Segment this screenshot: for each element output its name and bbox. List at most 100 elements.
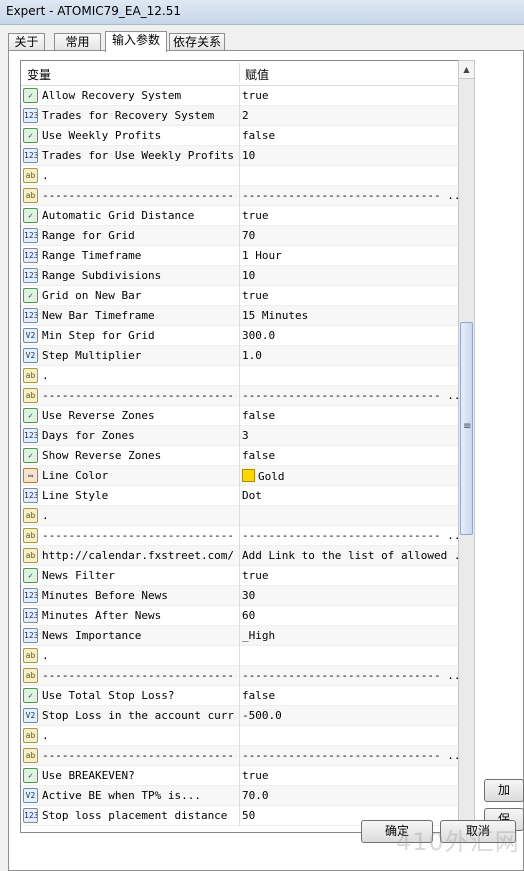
parameter-value[interactable]: 3	[242, 429, 458, 442]
table-row[interactable]: ab.	[21, 366, 461, 386]
parameter-value[interactable]: ------------------------------ ...	[242, 669, 458, 682]
parameter-name[interactable]: Minutes Before News	[42, 589, 236, 602]
parameter-name[interactable]: New Bar Timeframe	[42, 309, 236, 322]
parameter-value[interactable]: -500.0	[242, 709, 458, 722]
table-row[interactable]: ab.	[21, 506, 461, 526]
parameter-name[interactable]: Range Timeframe	[42, 249, 236, 262]
parameter-value[interactable]: true	[242, 769, 458, 782]
table-row[interactable]: 123 Minutes Before News 30	[21, 586, 461, 606]
table-row[interactable]: V2 Step Multiplier 1.0	[21, 346, 461, 366]
parameter-value[interactable]: false	[242, 449, 458, 462]
table-row[interactable]: ab.	[21, 726, 461, 746]
table-row[interactable]: 123 News Importance _High	[21, 626, 461, 646]
table-row[interactable]: ab ------------------------------... -----…	[21, 526, 461, 546]
parameter-name[interactable]: ------------------------------...	[42, 669, 236, 682]
parameter-value[interactable]: 2	[242, 109, 458, 122]
parameter-value[interactable]: ------------------------------ ...	[242, 749, 458, 762]
parameter-value[interactable]: ------------------------------ ...	[242, 189, 458, 202]
parameter-value[interactable]: false	[242, 689, 458, 702]
parameter-name[interactable]: .	[42, 509, 236, 522]
table-row[interactable]: 123 Trades for Use Weekly Profits 10	[21, 146, 461, 166]
parameter-name[interactable]: ------------------------------...	[42, 189, 236, 202]
parameter-value[interactable]: ------------------------------ ...	[242, 529, 458, 542]
table-row[interactable]: ab ------------------------------... -----…	[21, 746, 461, 766]
table-row[interactable]: V2 Stop Loss in the account curr... -500.0	[21, 706, 461, 726]
tab-common[interactable]: 常用	[54, 33, 101, 50]
parameter-value[interactable]: 1 Hour	[242, 249, 458, 262]
parameter-name[interactable]: Step Multiplier	[42, 349, 236, 362]
parameter-value[interactable]: Add Link to the list of allowed ...	[242, 549, 458, 562]
parameter-value[interactable]: false	[242, 129, 458, 142]
parameter-name[interactable]: News Importance	[42, 629, 236, 642]
parameter-name[interactable]: Grid on New Bar	[42, 289, 236, 302]
table-row[interactable]: ✓ Use BREAKEVEN? true	[21, 766, 461, 786]
parameter-value[interactable]: 10	[242, 149, 458, 162]
parameter-name[interactable]: Show Reverse Zones	[42, 449, 236, 462]
parameter-name[interactable]: News Filter	[42, 569, 236, 582]
parameter-name[interactable]: .	[42, 649, 236, 662]
scroll-up-icon[interactable]: ▲	[459, 61, 474, 79]
variable-column-header[interactable]: 变量	[27, 66, 51, 83]
table-row[interactable]: 123 Line Style Dot	[21, 486, 461, 506]
table-row[interactable]: V2 Min Step for Grid 300.0	[21, 326, 461, 346]
parameter-value[interactable]: 70.0	[242, 789, 458, 802]
parameter-name[interactable]: ------------------------------...	[42, 389, 236, 402]
parameter-name[interactable]: Use Weekly Profits	[42, 129, 236, 142]
table-row[interactable]: ✓ Use Weekly Profits false	[21, 126, 461, 146]
parameter-name[interactable]: Stop Loss in the account curr...	[42, 709, 236, 722]
parameter-name[interactable]: .	[42, 729, 236, 742]
header-divider[interactable]	[239, 63, 240, 83]
parameter-name[interactable]: Line Color	[42, 469, 236, 482]
table-row[interactable]: 123 Range Timeframe 1 Hour	[21, 246, 461, 266]
table-row[interactable]: ✓ Use Total Stop Loss? false	[21, 686, 461, 706]
parameter-name[interactable]: Range Subdivisions	[42, 269, 236, 282]
parameter-name[interactable]: .	[42, 369, 236, 382]
parameter-value[interactable]: 15 Minutes	[242, 309, 458, 322]
load-button[interactable]: 加	[484, 779, 524, 802]
parameter-name[interactable]: .	[42, 169, 236, 182]
table-row[interactable]: 123 Range Subdivisions 10	[21, 266, 461, 286]
table-row[interactable]: ✓ Allow Recovery System true	[21, 86, 461, 106]
parameter-value[interactable]: ------------------------------ ...	[242, 389, 458, 402]
grid-scrollbar[interactable]: ▲ ≡	[458, 60, 475, 831]
parameter-value[interactable]: true	[242, 209, 458, 222]
parameter-value[interactable]: Gold	[242, 469, 458, 483]
parameter-value[interactable]: 1.0	[242, 349, 458, 362]
table-row[interactable]: ✓ Use Reverse Zones false	[21, 406, 461, 426]
table-row[interactable]: 123 Trades for Recovery System 2	[21, 106, 461, 126]
parameter-name[interactable]: Automatic Grid Distance	[42, 209, 236, 222]
table-row[interactable]: ✓ News Filter true	[21, 566, 461, 586]
parameter-value[interactable]: 60	[242, 609, 458, 622]
table-row[interactable]: ab.	[21, 166, 461, 186]
tab-inputs[interactable]: 输入参数	[105, 31, 167, 52]
parameter-name[interactable]: Min Step for Grid	[42, 329, 236, 342]
parameter-value[interactable]: true	[242, 569, 458, 582]
parameter-name[interactable]: ------------------------------...	[42, 749, 236, 762]
parameter-name[interactable]: Days for Zones	[42, 429, 236, 442]
table-row[interactable]: ab ------------------------------... -----…	[21, 666, 461, 686]
parameter-name[interactable]: Trades for Recovery System	[42, 109, 236, 122]
parameter-name[interactable]: Allow Recovery System	[42, 89, 236, 102]
table-row[interactable]: ab ------------------------------... -----…	[21, 186, 461, 206]
parameter-name[interactable]: Use BREAKEVEN?	[42, 769, 236, 782]
parameter-name[interactable]: Trades for Use Weekly Profits	[42, 149, 236, 162]
tab-about[interactable]: 关于	[8, 33, 45, 50]
table-row[interactable]: 123 Days for Zones 3	[21, 426, 461, 446]
parameter-name[interactable]: ------------------------------...	[42, 529, 236, 542]
parameter-name[interactable]: Stop loss placement distance	[42, 809, 236, 822]
scroll-thumb[interactable]: ≡	[460, 322, 473, 535]
table-row[interactable]: 123 Minutes After News 60	[21, 606, 461, 626]
parameter-value[interactable]: 300.0	[242, 329, 458, 342]
parameter-name[interactable]: Use Reverse Zones	[42, 409, 236, 422]
table-row[interactable]: ab.	[21, 646, 461, 666]
value-column-header[interactable]: 赋值	[245, 66, 269, 83]
parameter-value[interactable]: 70	[242, 229, 458, 242]
parameter-name[interactable]: Minutes After News	[42, 609, 236, 622]
parameter-name[interactable]: Line Style	[42, 489, 236, 502]
table-row[interactable]: 123 Range for Grid 70	[21, 226, 461, 246]
parameter-name[interactable]: http://calendar.fxstreet.com/	[42, 549, 236, 562]
tab-dependencies[interactable]: 依存关系	[169, 33, 225, 50]
table-row[interactable]: ✓ Show Reverse Zones false	[21, 446, 461, 466]
table-row[interactable]: ab ------------------------------... -----…	[21, 386, 461, 406]
parameter-value[interactable]: 30	[242, 589, 458, 602]
